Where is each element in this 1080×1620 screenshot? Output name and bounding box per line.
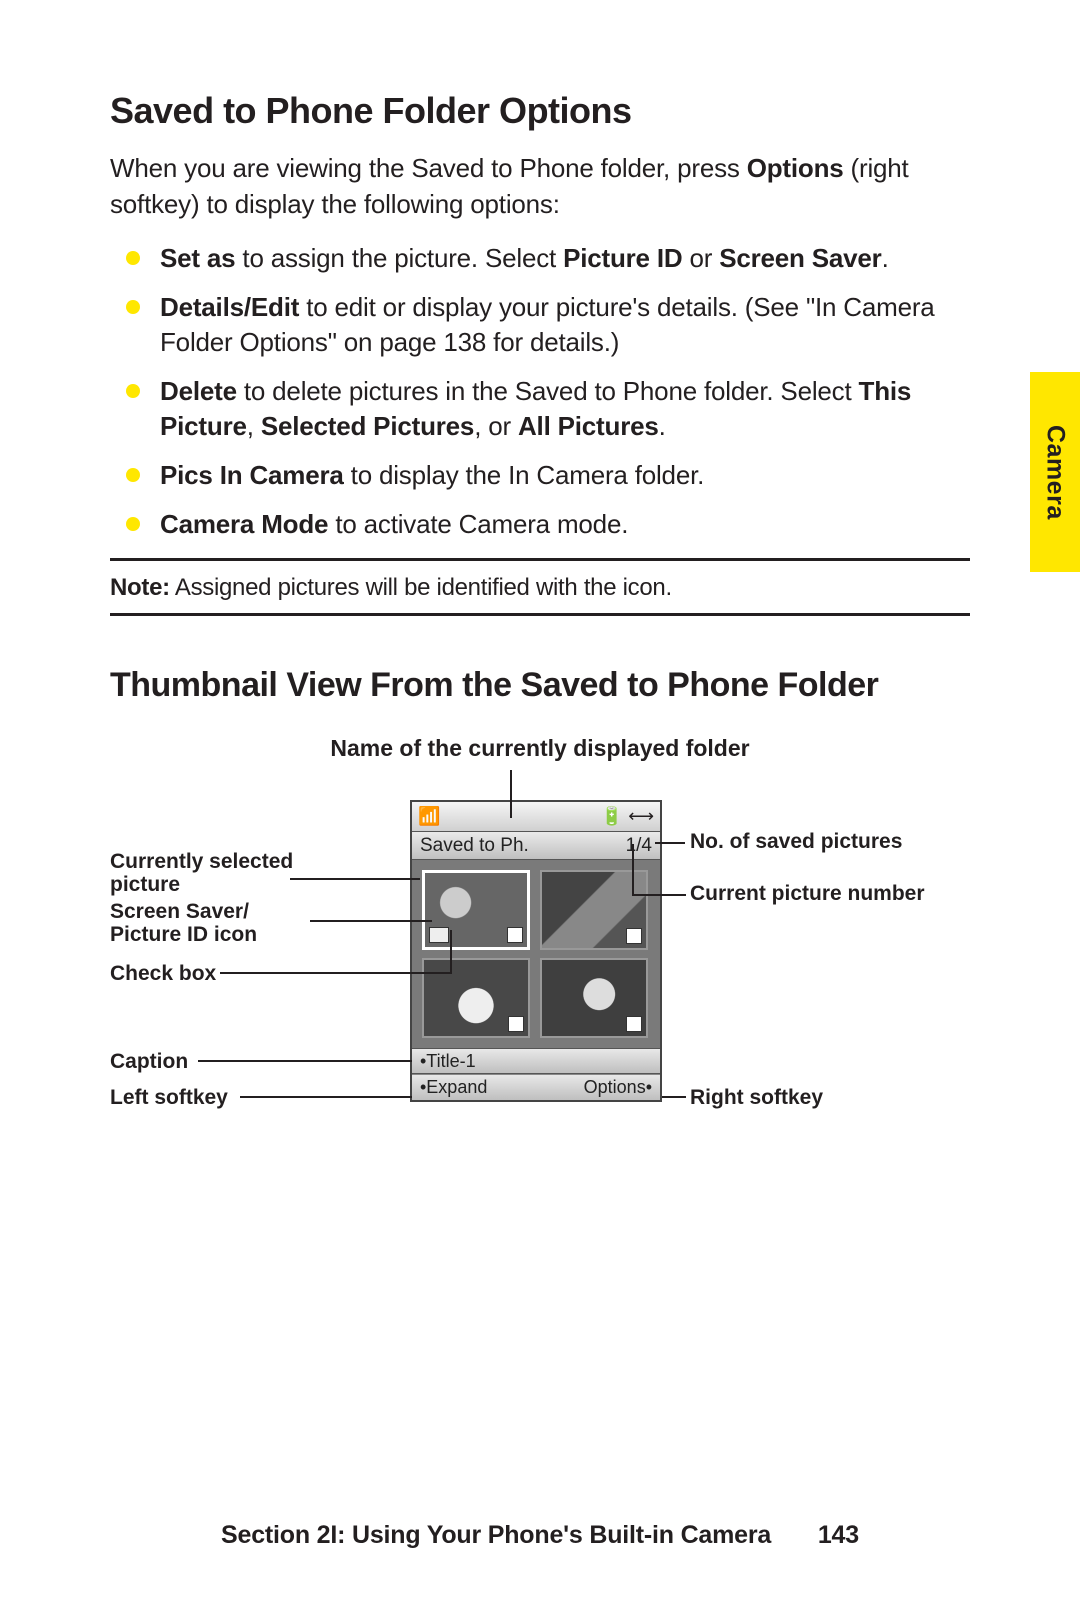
label-right-softkey: Right softkey [690,1086,823,1109]
checkbox-icon [626,1016,642,1032]
intro-pre: When you are viewing the Saved to Phone … [110,153,747,183]
label-current-num: Current picture number [690,882,925,905]
picture-id-icon [429,927,449,943]
battery-icon: 🔋 ⟷ [601,806,654,827]
thumbnail [540,958,648,1038]
folder-title: Saved to Ph. [420,835,529,857]
softkey-bar: •Expand Options• [412,1074,660,1100]
note-text: Assigned pictures will be identified wit… [170,574,672,601]
caption-bar: •Title-1 [412,1048,660,1074]
left-softkey: •Expand [420,1077,487,1098]
label-currently-selected: Currently selected picture [110,850,310,896]
leader-line [220,972,450,974]
leader-line [510,770,512,818]
leader-line [240,1096,412,1098]
folder-title-bar: Saved to Ph. 1/4 [412,832,660,860]
label-caption: Caption [110,1050,188,1073]
leader-line [290,878,420,880]
heading-thumbnail-view: Thumbnail View From the Saved to Phone F… [110,666,970,705]
note-label: Note: [110,574,170,601]
signal-icon: 📶 [418,806,440,827]
list-item: Details/Edit to edit or display your pic… [160,290,970,360]
picture-counter: 1/4 [626,835,652,857]
page-number: 143 [818,1521,859,1549]
leader-line [450,930,452,974]
note-line: Note: Assigned pictures will be identifi… [110,567,970,609]
checkbox-icon [508,1016,524,1032]
list-item: Pics In Camera to display the In Camera … [160,458,970,493]
heading-saved-folder-options: Saved to Phone Folder Options [110,90,970,132]
leader-line [632,894,686,896]
label-screen-saver-icon: Screen Saver/ Picture ID icon [110,900,310,946]
checkbox-icon [507,927,523,943]
footer-section: Section 2I: Using Your Phone's Built-in … [221,1521,771,1549]
leader-line [632,844,634,896]
divider [110,613,970,616]
checkbox-icon [626,928,642,944]
leader-line [655,842,685,844]
options-list: Set as to assign the picture. Select Pic… [110,241,970,543]
list-item: Delete to delete pictures in the Saved t… [160,374,970,444]
status-bar: 📶 🔋 ⟷ [412,802,660,832]
label-left-softkey: Left softkey [110,1086,228,1109]
list-item: Set as to assign the picture. Select Pic… [160,241,970,276]
divider [110,558,970,561]
intro-bold: Options [747,153,844,183]
thumbnail [422,958,530,1038]
leader-line [310,920,432,922]
leader-line [198,1060,412,1062]
leader-line [662,1096,686,1098]
intro-paragraph: When you are viewing the Saved to Phone … [110,150,970,223]
phone-screen: 📶 🔋 ⟷ Saved to Ph. 1/4 [410,800,662,1102]
callout-folder-name: Name of the currently displayed folder [110,735,970,762]
list-item: Camera Mode to activate Camera mode. [160,507,970,542]
thumbnail-selected [422,870,530,950]
label-check-box: Check box [110,962,216,985]
right-softkey: Options• [584,1077,652,1098]
page-footer: Section 2I: Using Your Phone's Built-in … [0,1521,1080,1550]
thumbnail-diagram: 📶 🔋 ⟷ Saved to Ph. 1/4 [110,770,970,1200]
page-body: Saved to Phone Folder Options When you a… [0,0,1080,1260]
label-no-saved: No. of saved pictures [690,830,902,853]
